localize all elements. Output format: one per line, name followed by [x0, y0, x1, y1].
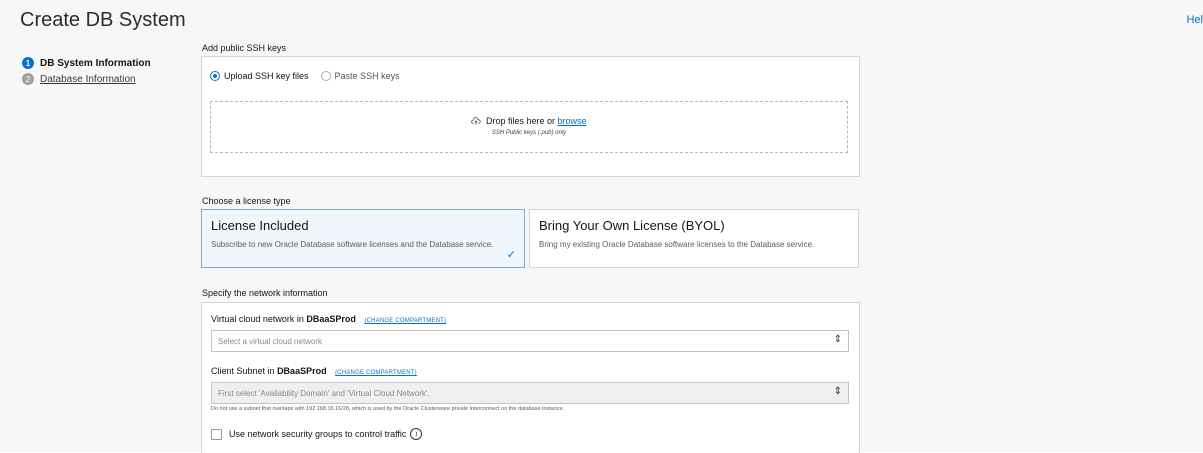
paste-ssh-label[interactable]: Paste SSH keys: [335, 71, 400, 81]
page-header: Create DB System Hel: [0, 0, 1203, 40]
browse-link[interactable]: browse: [558, 116, 587, 126]
subnet-change-compartment-link[interactable]: (CHANGE COMPARTMENT): [335, 370, 417, 376]
cloud-upload-icon: [471, 117, 482, 125]
nsg-label[interactable]: Use network security groups to control t…: [229, 429, 406, 439]
vcn-change-compartment-link[interactable]: (CHANGE COMPARTMENT): [364, 318, 446, 324]
subnet-compartment-name: DBaaSProd: [277, 366, 327, 376]
drop-files-text: Drop files here or: [485, 116, 555, 126]
card-title: License Included: [211, 218, 309, 233]
step-label: DB System Information: [40, 57, 151, 69]
subnet-label-prefix: Client Subnet in: [211, 366, 275, 376]
help-link[interactable]: Hel: [1186, 14, 1203, 26]
nsg-checkbox-row[interactable]: Use network security groups to control t…: [211, 428, 423, 440]
subnet-hint: Do not use a subnet that overlaps with 1…: [211, 406, 565, 412]
card-title: Bring Your Own License (BYOL): [539, 218, 725, 233]
step-number-badge: 1: [22, 57, 34, 69]
ssh-file-dropzone[interactable]: Drop files here or browse SSH Public key…: [210, 101, 848, 153]
ssh-keys-panel: Upload SSH key files Paste SSH keys Drop…: [201, 56, 860, 177]
card-description: Bring my existing Oracle Database softwa…: [539, 240, 815, 249]
upload-ssh-label[interactable]: Upload SSH key files: [224, 71, 309, 81]
form-area: Add public SSH keys Upload SSH key files…: [186, 40, 1203, 453]
nsg-checkbox[interactable]: [211, 428, 222, 440]
vcn-select-placeholder: Select a virtual cloud network: [218, 337, 323, 346]
network-section-label: Specify the network information: [202, 288, 328, 298]
subnet-select[interactable]: First select 'Availability Domain' and '…: [211, 382, 849, 404]
select-arrows-icon: ⇕: [833, 386, 842, 397]
step-label: Database Information: [40, 73, 136, 85]
card-description: Subscribe to new Oracle Database softwar…: [211, 240, 494, 249]
vcn-label: Virtual cloud network in DBaaSProd (CHAN…: [211, 314, 446, 324]
page-title: Create DB System: [20, 9, 186, 31]
vcn-label-prefix: Virtual cloud network in: [211, 314, 304, 324]
subnet-label: Client Subnet in DBaaSProd (CHANGE COMPA…: [211, 366, 417, 376]
wizard-steps: [0, 40, 186, 452]
license-section-label: Choose a license type: [202, 196, 291, 206]
byol-card[interactable]: Bring Your Own License (BYOL) Bring my e…: [529, 209, 859, 268]
license-included-card[interactable]: License Included Subscribe to new Oracle…: [201, 209, 525, 268]
step-number-badge: 2: [22, 73, 34, 85]
info-icon[interactable]: i: [410, 428, 423, 440]
step-database-information[interactable]: 2 Database Information: [22, 73, 136, 85]
vcn-select[interactable]: Select a virtual cloud network ⇕: [211, 330, 849, 352]
upload-ssh-radio[interactable]: [210, 71, 220, 81]
vcn-compartment-name: DBaaSProd: [306, 314, 356, 324]
select-arrows-icon: ⇕: [833, 334, 842, 345]
paste-ssh-radio[interactable]: [320, 71, 331, 81]
ssh-section-label: Add public SSH keys: [202, 43, 287, 53]
checkmark-icon: ✓: [506, 249, 516, 261]
step-db-system-information[interactable]: 1 DB System Information: [22, 57, 151, 69]
subnet-select-placeholder: First select 'Availability Domain' and '…: [218, 389, 430, 398]
ssh-method-radio-group: Upload SSH key files Paste SSH keys: [210, 71, 412, 81]
dropzone-hint: SSH Public keys (.pub) only: [491, 130, 567, 136]
network-panel: Virtual cloud network in DBaaSProd (CHAN…: [201, 302, 860, 453]
dropzone-text: Drop files here or browse: [211, 116, 847, 126]
